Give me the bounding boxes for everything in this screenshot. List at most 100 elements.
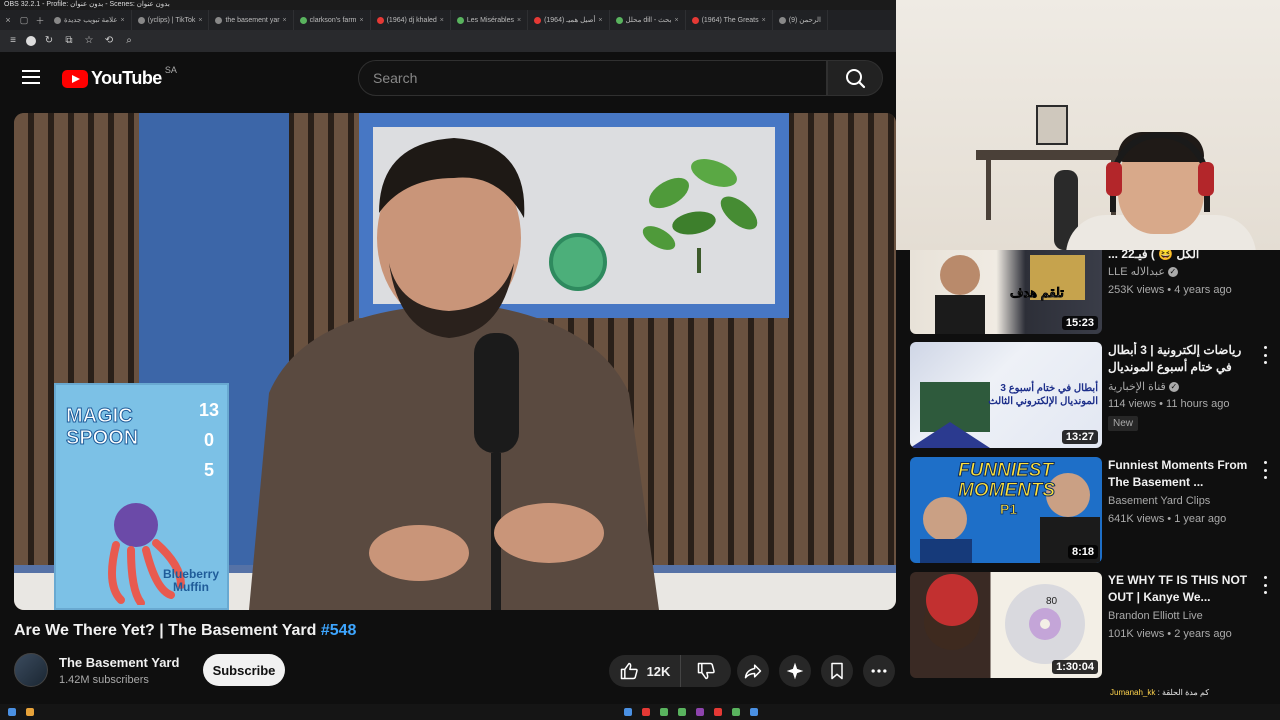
recommendation-item[interactable]: FUNNIEST MOMENTS P1 8:18 Funniest Moment… [910,457,1280,565]
video-thumbnail[interactable]: 80 1:30:04 [910,572,1102,678]
browser-tab[interactable]: علامة تبويب جديدة × [48,10,132,30]
thumbnail-caption: 3 أبطال في ختام أسبوع المونديال الإلكترو… [988,383,1098,407]
close-icon[interactable]: × [674,17,678,24]
video-thumbnail[interactable]: تلقم هدف 15:23 [910,250,1102,334]
globe-icon [215,16,223,24]
star-icon[interactable]: ☆ [82,34,96,48]
cereal-brand: MAGIC SPOON [65,405,139,450]
recommendation-item[interactable]: 80 1:30:04 YE WHY TF IS THIS NOT OUT | K… [910,572,1280,680]
more-vertical-icon[interactable] [1260,461,1270,479]
subscribe-button[interactable]: Subscribe [203,654,285,686]
youtube-icon [691,16,699,24]
app-icon[interactable] [696,708,704,716]
video-thumbnail[interactable]: 3 أبطال في ختام أسبوع المونديال الإلكترو… [910,342,1102,448]
menu-icon[interactable]: ≡ [6,34,20,48]
app-icon[interactable] [624,708,632,716]
video-title[interactable]: Funniest Moments From The Basement ... [1108,457,1248,491]
share-button[interactable] [737,655,769,687]
video-title[interactable]: YE WHY TF IS THIS NOT OUT | Kanye We... [1108,572,1248,606]
tab-label: (1964) The Greats [701,16,759,24]
channel-avatar[interactable] [14,653,48,687]
profile-icon[interactable] [26,36,36,46]
youtube-logo[interactable]: YouTube SA [62,64,177,89]
close-icon[interactable]: × [598,17,602,24]
dislike-button[interactable] [681,655,731,687]
weather-icon[interactable] [26,708,34,716]
youtube-icon[interactable] [642,708,650,716]
browser-tab[interactable]: clarkson's farm × [294,10,371,30]
app-icon[interactable] [750,708,758,716]
tab-label: (1964) أصيل هميـ [544,17,596,24]
chat-username: Jumanah_kk [1110,688,1156,697]
video-title[interactable]: ... الكل 😆 ) فيـ22 [1108,250,1248,263]
new-tab-icon[interactable]: ＋ [32,14,48,27]
more-actions-button[interactable] [863,655,895,687]
recommendation-item[interactable]: 3 أبطال في ختام أسبوع المونديال الإلكترو… [910,342,1280,450]
youtube-icon [534,16,542,24]
search-icon[interactable]: ⌕ [122,34,136,48]
tab-label: علامة تبويب جديدة [64,17,118,24]
like-count: 12K [646,663,671,679]
app-icon[interactable] [660,708,668,716]
close-icon[interactable]: × [762,17,766,24]
history-icon[interactable]: ⟲ [102,34,116,48]
start-icon[interactable] [8,708,16,716]
more-vertical-icon[interactable] [1260,346,1270,364]
thumbnail-caption: تلقم هدف [1010,285,1065,301]
channel-name[interactable]: The Basement Yard [59,655,179,670]
browser-tab[interactable]: (1964) أصيل هميـ × [528,10,610,30]
browser-tab[interactable]: الرحمن (9) [773,10,828,30]
close-icon[interactable]: × [198,17,202,24]
close-icon[interactable]: × [121,17,125,24]
youtube-icon [376,16,384,24]
channel-name[interactable]: Basement Yard Clips [1108,495,1210,507]
video-player[interactable]: MAGIC SPOON 13 0 5 Blueberry Muffin [14,113,896,610]
channel-name[interactable]: LLE عبدالاله ✓ [1108,265,1178,278]
extension-icon[interactable]: ⧉ [62,34,76,48]
album-number: 80 [1046,596,1058,607]
search-button[interactable] [827,60,883,96]
share-icon [744,664,762,679]
close-icon[interactable]: × [440,17,444,24]
bookmark-icon [831,662,843,680]
app-icon[interactable] [714,708,722,716]
more-horizontal-icon [871,669,887,673]
webcam-overlay [896,0,1280,250]
close-icon[interactable]: × [283,17,287,24]
video-thumbnail[interactable]: FUNNIEST MOMENTS P1 8:18 [910,457,1102,563]
refresh-icon[interactable]: ↻ [42,34,56,48]
app-icon[interactable] [678,708,686,716]
browser-tab[interactable]: (1964) dj khaled × [371,10,451,30]
hashtag-link[interactable]: #548 [321,622,357,639]
verified-check-icon: ✓ [1168,382,1179,393]
country-code: SA [164,64,177,75]
search-box[interactable] [358,60,827,96]
ask-ai-button[interactable] [779,655,811,687]
tab-search-icon[interactable]: × [0,15,16,25]
cereal-flavor: Blueberry Muffin [162,567,219,594]
tab-grid-icon[interactable]: ▢ [16,15,32,26]
browser-tab[interactable]: (yclips) | TikTok × [132,10,210,30]
close-icon[interactable]: × [360,17,364,24]
like-button[interactable]: 12K [609,655,681,687]
save-button[interactable] [821,655,853,687]
search-input[interactable] [359,61,826,95]
app-icon[interactable] [732,708,740,716]
channel-name[interactable]: Brandon Elliott Live [1108,610,1203,622]
globe-icon [778,16,786,24]
video-meta: 641K views • 1 year ago [1108,513,1227,525]
youtube-play-icon [62,69,88,88]
browser-tab[interactable]: محلل dill - بحث × [610,10,686,30]
browser-tab[interactable]: Les Misérables × [451,10,529,30]
new-badge: New [1108,416,1139,431]
tab-label: (yclips) | TikTok [147,16,196,24]
video-title[interactable]: رياضات إلكترونية | 3 أبطال في ختام أسبوع… [1108,342,1248,376]
more-vertical-icon[interactable] [1260,576,1270,594]
youtube-header: YouTube SA [0,52,896,104]
globe-icon [299,16,307,24]
browser-tab[interactable]: the basement yar × [209,10,294,30]
browser-tab-active[interactable]: (1964) The Greats × [686,10,773,30]
hamburger-menu-icon[interactable] [22,70,40,84]
channel-name[interactable]: قناة الإخبارية ✓ [1108,380,1179,393]
close-icon[interactable]: × [517,17,521,24]
